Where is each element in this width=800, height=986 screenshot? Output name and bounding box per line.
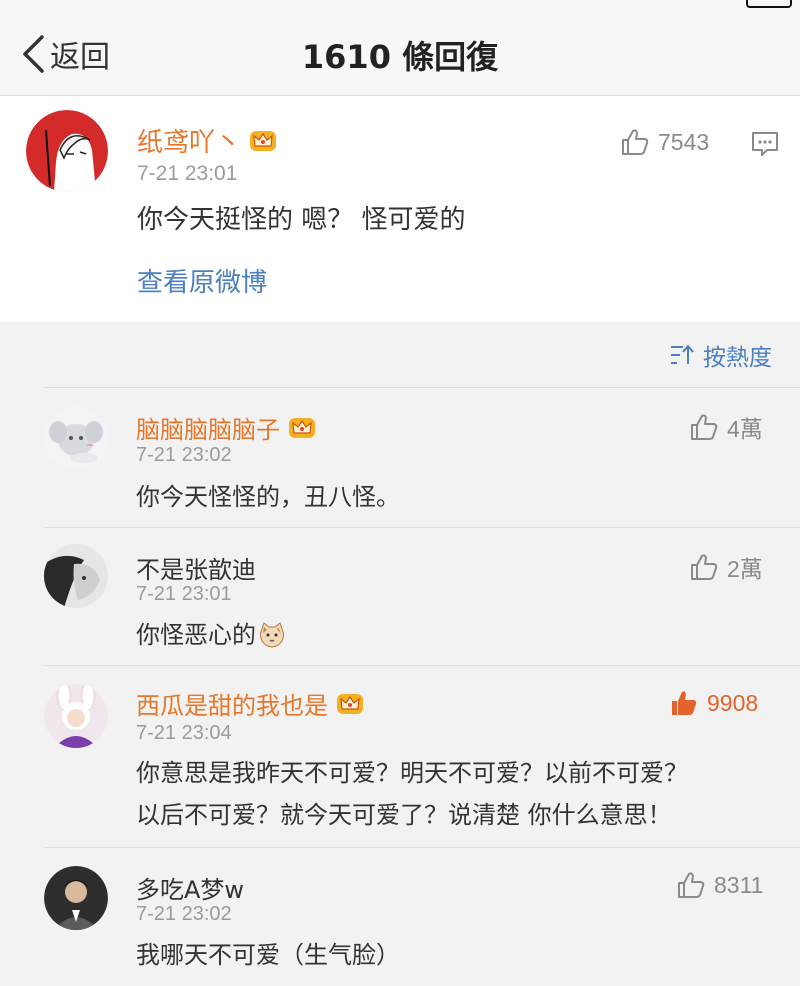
username-text: 不是张歆迪 <box>136 556 256 584</box>
thumbs-up-icon <box>678 872 705 898</box>
like-button[interactable]: 9908 <box>669 688 758 718</box>
comment-text: 你怪恶心的 <box>136 614 286 656</box>
comment-icon[interactable] <box>750 130 780 158</box>
reply-item: 多吃A梦w 7-21 23:02 8311 我哪天不可爱（生气脸） <box>44 847 800 986</box>
avatar[interactable] <box>26 110 108 192</box>
username[interactable]: 脑脑脑脑脑子 <box>136 410 316 445</box>
like-button[interactable]: 2萬 <box>689 550 763 584</box>
vip-crown-icon <box>289 417 315 438</box>
like-button[interactable]: 7543 <box>620 127 709 157</box>
battery-icon <box>746 0 792 8</box>
comment-text: 你意思是我昨天不可爱？明天不可爱？以前不可爱？ 以后不可爱？就今天可爱了？说清楚… <box>136 752 688 836</box>
page-title: 1610 條回復 <box>301 38 499 76</box>
like-count: 7543 <box>658 128 710 155</box>
navigation-bar: 返回 1610 條回復 <box>0 10 800 96</box>
avatar[interactable] <box>44 866 108 930</box>
username[interactable]: 多吃A梦w <box>136 870 244 905</box>
view-original-link[interactable]: 查看原微博 <box>137 262 267 299</box>
reply-item: 西瓜是甜的我也是 7-21 23:04 9908 你意思是我昨天不可爱？明天不可… <box>44 665 800 847</box>
avatar[interactable] <box>44 406 108 470</box>
reply-item: 不是张歆迪 7-21 23:01 2萬 你怪恶心的 <box>44 527 800 665</box>
status-bar <box>0 0 800 10</box>
like-button[interactable]: 8311 <box>676 870 763 900</box>
sort-by-hot-button[interactable]: 按熱度 <box>669 338 772 372</box>
main-comment: 纸鸢吖丶 7-21 23:01 7543 你今天挺怪的 嗯？ 怪可爱的 查看原微… <box>0 96 800 322</box>
vip-crown-icon <box>337 693 363 714</box>
username-text: 脑脑脑脑脑子 <box>136 416 280 444</box>
comment-time: 7-21 23:04 <box>136 722 232 744</box>
like-count: 2萬 <box>727 556 763 582</box>
vip-crown-icon <box>250 130 277 151</box>
username[interactable]: 西瓜是甜的我也是 <box>136 686 364 721</box>
thumbs-up-filled-icon <box>672 691 697 715</box>
username[interactable]: 纸鸢吖丶 <box>137 122 277 159</box>
avatar[interactable] <box>44 544 108 608</box>
like-count: 8311 <box>714 871 764 898</box>
comment-time: 7-21 23:02 <box>136 903 232 925</box>
comment-text: 你今天挺怪的 嗯？ 怪可爱的 <box>137 205 466 235</box>
reply-item: 脑脑脑脑脑子 7-21 23:02 4萬 你今天怪怪的，丑八怪。 <box>44 387 800 527</box>
comment-line: 你意思是我昨天不可爱？明天不可爱？以前不可爱？ <box>136 759 688 787</box>
comment-line: 以后不可爱？就今天可爱了？说清楚 你什么意思！ <box>136 801 672 829</box>
like-count: 9908 <box>707 689 759 716</box>
thumbs-up-icon <box>691 414 718 440</box>
sort-label: 按熱度 <box>703 345 772 371</box>
username-text: 西瓜是甜的我也是 <box>136 692 328 720</box>
comment-time: 7-21 23:01 <box>137 162 238 185</box>
comment-text: 你今天怪怪的，丑八怪。 <box>136 483 400 511</box>
like-count: 4萬 <box>727 416 763 442</box>
comment-time: 7-21 23:01 <box>136 583 232 605</box>
username-text: 多吃A梦w <box>136 876 245 904</box>
thumbs-up-icon <box>691 554 718 580</box>
comment-text: 我哪天不可爱（生气脸） <box>136 941 400 969</box>
avatar[interactable] <box>44 684 108 748</box>
cat-emoji-icon <box>260 622 284 648</box>
username-text: 纸鸢吖丶 <box>137 128 242 158</box>
sort-icon <box>671 344 694 364</box>
comment-time: 7-21 23:02 <box>136 444 232 466</box>
like-button[interactable]: 4萬 <box>689 410 763 444</box>
comment-text-span: 你怪恶心的 <box>136 621 256 649</box>
username[interactable]: 不是张歆迪 <box>136 550 256 585</box>
thumbs-up-icon <box>622 129 649 155</box>
